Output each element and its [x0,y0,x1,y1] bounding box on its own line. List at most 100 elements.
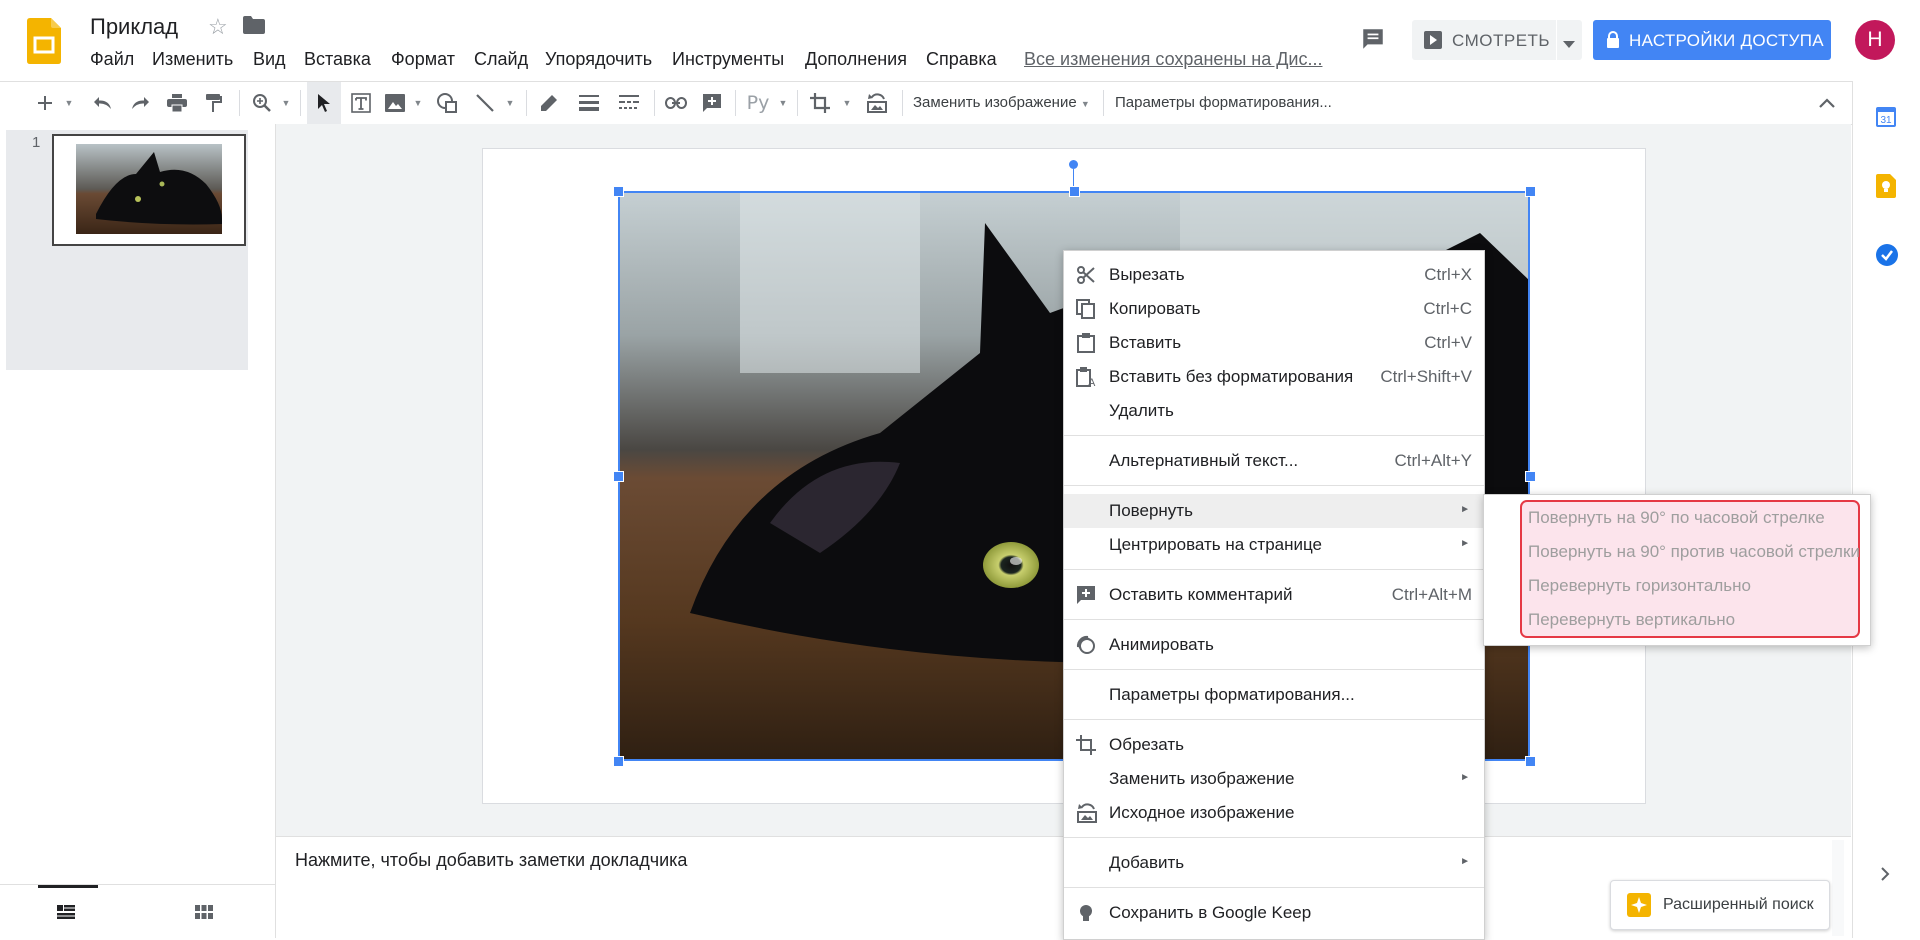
border-dash-icon[interactable] [614,82,644,124]
tasks-icon[interactable] [1876,244,1898,271]
document-title[interactable]: Приклад [90,14,178,40]
rotate-handle[interactable] [1069,160,1078,169]
resize-handle-nw[interactable] [613,186,624,197]
toolbar-divider [1103,90,1104,116]
crop-icon[interactable] [805,82,835,124]
present-divider [1556,20,1557,60]
menu-item-rotate[interactable]: Повернуть ► [1064,494,1484,528]
line-icon[interactable] [470,82,500,124]
insert-link-icon[interactable] [661,82,691,124]
redo-icon[interactable] [125,82,155,124]
menu-item-label: Анимировать [1109,635,1214,654]
text-box-icon[interactable] [346,82,376,124]
expand-panel-icon[interactable] [1880,867,1890,886]
menu-item-animate[interactable]: Анимировать [1064,628,1484,662]
keep-icon[interactable] [1876,174,1896,203]
reset-image-icon[interactable] [862,82,892,124]
menu-item-paste[interactable]: Вставить Ctrl+V [1064,326,1484,360]
menu-insert[interactable]: Вставка [304,49,371,70]
menu-item-replace-image[interactable]: Заменить изображение ► [1064,762,1484,796]
menu-item-center[interactable]: Центрировать на странице ► [1064,528,1484,562]
menu-arrange[interactable]: Упорядочить [545,49,652,70]
collapse-toolbar-icon[interactable] [1812,82,1842,124]
menu-item-cut[interactable]: Вырезать Ctrl+X [1064,258,1484,292]
menu-slide[interactable]: Слайд [474,49,528,70]
resize-handle-ne[interactable] [1525,186,1536,197]
calendar-icon[interactable]: 31 [1876,105,1896,132]
menu-tools[interactable]: Инструменты [672,49,784,70]
menu-item-comment[interactable]: Оставить комментарий Ctrl+Alt+M [1064,578,1484,612]
copy-icon [1076,299,1098,319]
undo-icon[interactable] [88,82,118,124]
present-label: СМОТРЕТЬ [1452,31,1551,50]
lock-icon [1606,31,1620,53]
menu-item-alt-text[interactable]: Альтернативный текст... Ctrl+Alt+Y [1064,444,1484,478]
menu-addons[interactable]: Дополнения [805,49,907,70]
menu-item-delete[interactable]: Удалить [1064,394,1484,428]
menu-file[interactable]: Файл [90,49,134,70]
filmstrip-view-icon[interactable] [57,905,75,924]
add-comment-icon[interactable] [697,82,727,124]
menu-separator [1064,569,1484,570]
toolbar-divider [797,90,798,116]
active-view-indicator [38,885,98,888]
resize-handle-se[interactable] [1525,756,1536,767]
image-dropdown-icon[interactable]: ▼ [411,82,425,124]
format-options-toolbar-button[interactable]: Параметры форматирования... [1115,94,1332,111]
slides-logo-icon[interactable] [27,18,61,64]
menu-item-copy[interactable]: Копировать Ctrl+C [1064,292,1484,326]
star-icon[interactable]: ☆ [208,14,228,40]
menu-item-label: Сохранить в Google Keep [1109,903,1312,922]
submenu-item-rotate-cw[interactable]: Повернуть на 90° по часовой стрелке [1528,508,1825,528]
menu-item-paste-plain[interactable]: A Вставить без форматирования Ctrl+Shift… [1064,360,1484,394]
shape-icon[interactable] [432,82,462,124]
resize-handle-w[interactable] [613,471,624,482]
menu-item-label: Центрировать на странице [1109,535,1322,554]
menu-item-format-options[interactable]: Параметры форматирования... [1064,678,1484,712]
replace-image-toolbar-button[interactable]: Заменить изображение ▼ [913,94,1090,111]
menu-format[interactable]: Формат [391,49,455,70]
border-color-icon[interactable] [534,82,564,124]
input-tools-icon[interactable]: Ру [743,82,773,124]
resize-handle-e[interactable] [1525,471,1536,482]
folder-icon[interactable] [243,16,265,39]
menu-separator [1064,887,1484,888]
resize-handle-n[interactable] [1069,186,1080,197]
menu-edit[interactable]: Изменить [152,49,233,70]
zoom-icon[interactable] [247,82,277,124]
menu-item-crop[interactable]: Обрезать [1064,728,1484,762]
present-button[interactable]: СМОТРЕТЬ [1412,20,1582,60]
share-button[interactable]: НАСТРОЙКИ ДОСТУПА [1593,20,1831,60]
crop-dropdown-icon[interactable]: ▼ [840,82,854,124]
menu-item-reset-image[interactable]: Исходное изображение [1064,796,1484,830]
notes-scrollbar[interactable] [1832,840,1844,936]
resize-handle-sw[interactable] [613,756,624,767]
new-slide-dropdown-icon[interactable]: ▼ [62,82,76,124]
menu-view[interactable]: Вид [253,49,286,70]
select-cursor-icon[interactable] [307,82,341,124]
menu-item-save-to-keep[interactable]: Сохранить в Google Keep [1064,896,1484,930]
submenu-item-rotate-ccw[interactable]: Повернуть на 90° против часовой стрелки [1528,542,1860,562]
menu-item-shortcut: Ctrl+V [1424,333,1472,352]
line-dropdown-icon[interactable]: ▼ [503,82,517,124]
paint-format-icon[interactable] [199,82,229,124]
submenu-item-flip-horizontal[interactable]: Перевернуть горизонтально [1528,576,1751,596]
menu-separator [1064,619,1484,620]
present-dropdown-icon[interactable] [1563,36,1575,54]
zoom-dropdown-icon[interactable]: ▼ [279,82,293,124]
grid-view-icon[interactable] [195,905,213,924]
input-tools-dropdown-icon[interactable]: ▼ [776,82,790,124]
account-avatar[interactable]: Н [1855,20,1895,60]
comments-icon[interactable] [1360,26,1386,57]
new-slide-icon[interactable] [30,82,60,124]
save-status-link[interactable]: Все изменения сохранены на Дис... [1024,49,1322,70]
explore-button[interactable]: Расширенный поиск [1610,880,1830,930]
menu-item-add[interactable]: Добавить ► [1064,846,1484,880]
insert-image-icon[interactable] [380,82,410,124]
menu-help[interactable]: Справка [926,49,997,70]
speaker-notes-placeholder[interactable]: Нажмите, чтобы добавить заметки докладчи… [295,850,687,871]
toolbar: ▼ ▼ ▼ ▼ Ру ▼ ▼ Заменить изображение ▼ Па… [0,81,1852,125]
border-weight-icon[interactable] [574,82,604,124]
submenu-item-flip-vertical[interactable]: Перевернуть вертикально [1528,610,1735,630]
print-icon[interactable] [162,82,192,124]
